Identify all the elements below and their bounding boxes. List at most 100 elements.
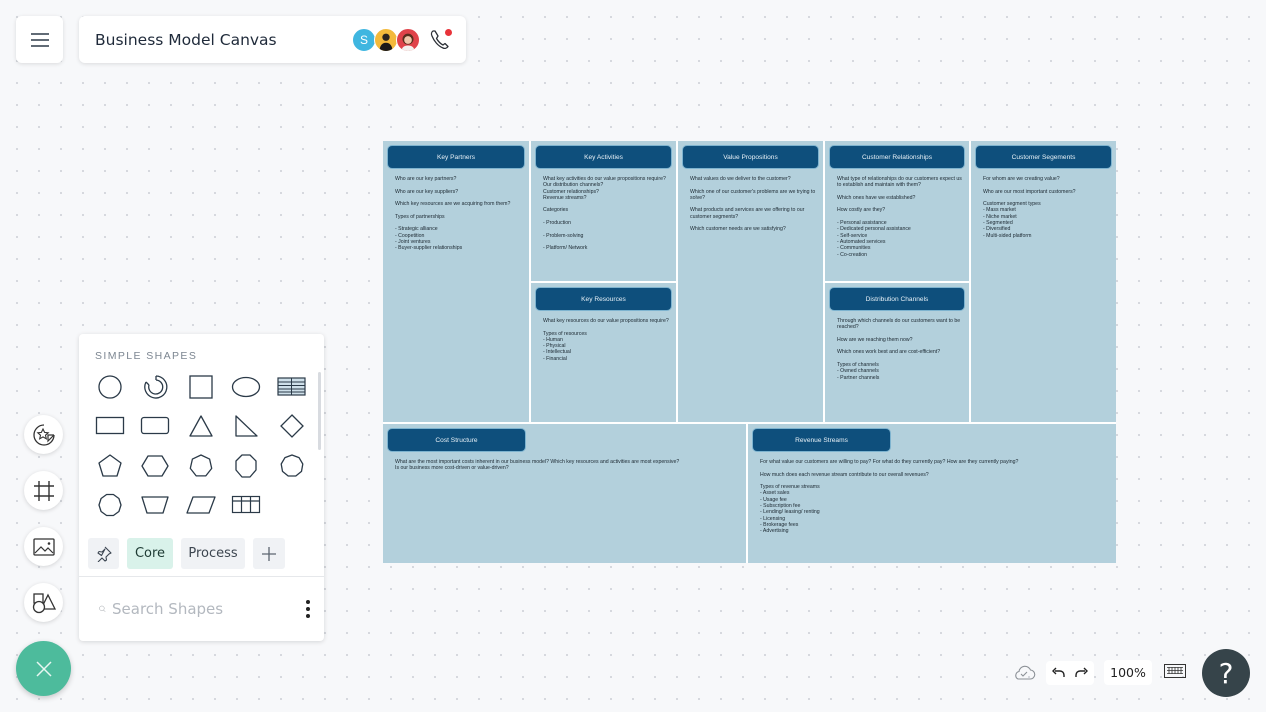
- keyboard-icon: [1164, 664, 1186, 678]
- section-text: Which one of our customer's problems are…: [690, 188, 816, 201]
- shape-trapezoid[interactable]: [133, 486, 179, 526]
- avatar[interactable]: [396, 27, 420, 52]
- section-title: Key Resources: [536, 288, 671, 310]
- shape-table[interactable]: [269, 367, 315, 407]
- section-body: For whom are we creating value? Who are o…: [983, 176, 1110, 245]
- nonagon-shape-icon: [280, 454, 304, 477]
- section-distribution-channels[interactable]: Distribution Channels Through which chan…: [825, 283, 969, 422]
- section-text: Who are our key partners?: [395, 176, 457, 182]
- section-body: What type of relationships do our custom…: [837, 176, 963, 264]
- person-photo-icon: [379, 33, 393, 51]
- section-text: Which key resources are we acquiring fro…: [395, 201, 511, 208]
- frame-button[interactable]: [24, 471, 63, 510]
- avatar[interactable]: [374, 27, 398, 52]
- add-library-button[interactable]: [253, 538, 285, 569]
- main-menu-button[interactable]: [16, 16, 63, 63]
- shape-heptagon[interactable]: [178, 446, 224, 486]
- shape-triangle[interactable]: [178, 407, 224, 447]
- section-text: Customer segment types - Mass market - N…: [983, 201, 1041, 239]
- search-shapes-input[interactable]: [112, 600, 306, 618]
- shape-circle[interactable]: [87, 367, 133, 407]
- redo-button[interactable]: [1075, 667, 1089, 679]
- section-title: Value Propositions: [683, 146, 818, 168]
- section-text: Which ones have we established?: [837, 194, 916, 201]
- section-text: Types of partnerships: [395, 213, 445, 220]
- shape-diamond[interactable]: [269, 407, 315, 447]
- keyboard-shortcuts-button[interactable]: [1164, 664, 1186, 683]
- tab-process[interactable]: Process: [181, 538, 245, 569]
- close-toolbar-button[interactable]: [16, 641, 71, 696]
- section-key-resources[interactable]: Key Resources What key resources do our …: [531, 283, 676, 422]
- table-shape-icon: [277, 377, 306, 396]
- rounded-rectangle-shape-icon: [141, 417, 170, 435]
- shape-hexagon[interactable]: [133, 446, 179, 486]
- section-text: For what value our customers are willing…: [760, 459, 1019, 465]
- shape-parallelogram[interactable]: [178, 486, 224, 526]
- avatar[interactable]: S: [352, 27, 376, 52]
- section-body: For what value our customers are willing…: [760, 459, 1110, 541]
- collaborator-avatars: S: [352, 27, 420, 52]
- section-text: Which ones work best and are cost-effici…: [837, 349, 941, 356]
- section-customer-segments[interactable]: Customer Segements For whom are we creat…: [971, 141, 1116, 422]
- shapes-button[interactable]: [24, 583, 63, 622]
- section-text: For whom are we creating value?: [983, 176, 1060, 182]
- section-key-partners[interactable]: Key Partners Who are our key partners? Wh…: [383, 141, 529, 422]
- more-options-button[interactable]: [306, 598, 310, 620]
- shape-right-triangle[interactable]: [224, 407, 270, 447]
- triangle-shape-icon: [189, 415, 213, 437]
- hexagon-shape-icon: [141, 455, 169, 477]
- section-customer-relationships[interactable]: Customer Relationships What type of rela…: [825, 141, 969, 281]
- diamond-shape-icon: [279, 414, 304, 439]
- pentagon-shape-icon: [98, 454, 122, 477]
- section-body: Who are our key partners? Who are our key…: [395, 176, 523, 258]
- undo-button[interactable]: [1051, 667, 1065, 679]
- dot: [306, 600, 310, 604]
- section-text: Through which channels do our customers …: [837, 318, 961, 331]
- stickers-button[interactable]: [24, 415, 63, 454]
- rectangle-shape-icon: [95, 417, 124, 435]
- section-text: - Strategic alliance - Coopetition - Joi…: [395, 226, 463, 252]
- section-text: What are the most important costs inhere…: [395, 459, 680, 472]
- section-cost-structure[interactable]: Cost Structure What are the most importa…: [383, 424, 746, 563]
- pin-icon: [96, 546, 112, 562]
- section-revenue-streams[interactable]: Revenue Streams For what value our custo…: [748, 424, 1116, 563]
- call-button[interactable]: [428, 28, 452, 52]
- section-text: Types of channels - Owned channels - Par…: [837, 362, 880, 381]
- section-key-activities[interactable]: Key Activities What key activities do ou…: [531, 141, 676, 281]
- shape-square[interactable]: [178, 367, 224, 407]
- right-triangle-shape-icon: [235, 415, 258, 437]
- section-title: Customer Segements: [976, 146, 1111, 168]
- save-status: [1012, 662, 1036, 682]
- image-button[interactable]: [24, 527, 63, 566]
- help-button[interactable]: ?: [1202, 649, 1250, 697]
- section-value-propositions[interactable]: Value Propositions What values do we del…: [678, 141, 823, 422]
- shape-octagon[interactable]: [224, 446, 270, 486]
- close-icon: [35, 660, 52, 677]
- section-body: What are the most important costs inhere…: [395, 459, 740, 478]
- frame-icon: [33, 480, 54, 501]
- shape-decagon[interactable]: [87, 486, 133, 526]
- star-sticker-icon: [32, 423, 55, 446]
- zoom-level[interactable]: 100%: [1104, 660, 1152, 685]
- ellipse-shape-icon: [232, 376, 261, 397]
- question-mark-icon: ?: [1218, 656, 1234, 690]
- document-title[interactable]: Business Model Canvas: [95, 31, 352, 49]
- section-text: Who are our most important customers?: [983, 188, 1076, 195]
- section-body: What key resources do our value proposit…: [543, 318, 670, 368]
- shape-pentagon[interactable]: [87, 446, 133, 486]
- shape-grid-table[interactable]: [224, 486, 270, 526]
- shape-partial-ring[interactable]: [133, 367, 179, 407]
- shape-rectangle[interactable]: [87, 407, 133, 447]
- avatar-initial: S: [359, 32, 368, 47]
- pin-library-button[interactable]: [88, 538, 119, 569]
- shape-nonagon[interactable]: [269, 446, 315, 486]
- shape-rounded-rectangle[interactable]: [133, 407, 179, 447]
- panel-scrollbar[interactable]: [318, 372, 321, 450]
- dot: [306, 607, 310, 611]
- partial-ring-shape-icon: [144, 375, 168, 399]
- shape-ellipse[interactable]: [224, 367, 270, 407]
- tab-core[interactable]: Core: [127, 538, 173, 569]
- cloud-saved-icon: [1015, 665, 1036, 680]
- shapes-icon: [32, 592, 56, 613]
- search-icon: [99, 605, 106, 613]
